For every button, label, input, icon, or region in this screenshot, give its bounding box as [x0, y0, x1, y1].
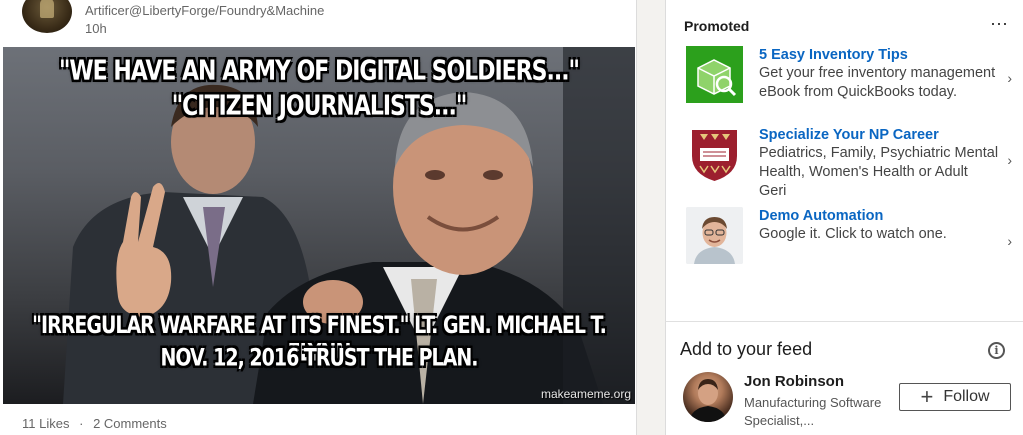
add-to-feed-card: Add to your feed i Jon Robinson Manufact… [665, 321, 1023, 435]
stats-separator: · [79, 416, 84, 431]
likes-count[interactable]: 11 Likes [22, 416, 69, 431]
more-horizontal-icon[interactable]: ⋯ [990, 14, 1009, 35]
meme-caption-line-4: NOV. 12, 2016 TRUST THE PLAN. [160, 344, 479, 372]
ad-description: Google it. Click to watch one. [759, 226, 947, 242]
university-crest-logo [686, 126, 743, 183]
post-timestamp: 10h [85, 21, 107, 36]
promoted-ad-np-career[interactable]: Specialize Your NP Career Pediatrics, Fa… [686, 126, 1016, 200]
person-photo-logo [686, 207, 743, 264]
ad-description: Get your free inventory management eBook… [759, 65, 996, 100]
ad-body: Demo Automation Google it. Click to watc… [759, 207, 999, 244]
author-avatar[interactable] [22, 0, 72, 33]
promoted-title: Promoted [684, 18, 750, 34]
suggested-person-name[interactable]: Jon Robinson [744, 373, 844, 390]
post-social-counts: 11 Likes · 2 Comments [22, 416, 167, 431]
right-rail: Promoted ⋯ 5 Easy Inventory Tips Get you… [665, 0, 1023, 435]
meme-caption-line-1: "WE HAVE AN ARMY OF DIGITAL SOLDIERS..." [58, 55, 580, 88]
promoted-card: Promoted ⋯ 5 Easy Inventory Tips Get you… [665, 0, 1023, 321]
post-image[interactable]: "WE HAVE AN ARMY OF DIGITAL SOLDIERS..."… [3, 47, 635, 404]
suggested-person-avatar[interactable] [683, 372, 733, 422]
post-author[interactable]: Artificer@LibertyForge/Foundry&Machine [85, 3, 324, 18]
follow-button-label: Follow [943, 388, 990, 405]
add-to-feed-title: Add to your feed [680, 339, 813, 359]
ad-body: Specialize Your NP Career Pediatrics, Fa… [759, 126, 999, 201]
info-icon[interactable]: i [988, 342, 1005, 359]
ad-body: 5 Easy Inventory Tips Get your free inve… [759, 46, 999, 102]
promoted-ad-demo-automation[interactable]: Demo Automation Google it. Click to watc… [686, 207, 1016, 267]
chevron-right-icon[interactable]: › [1007, 152, 1012, 168]
ad-description: Pediatrics, Family, Psychiatric Mental H… [759, 145, 999, 199]
meme-watermark: makeameme.org [540, 387, 631, 401]
ad-title[interactable]: Demo Automation [759, 207, 999, 225]
suggested-person-headline: Manufacturing Software Specialist,... [744, 395, 882, 428]
meme-caption-line-2: "CITIZEN JOURNALISTS..." [171, 90, 468, 123]
ad-title[interactable]: 5 Easy Inventory Tips [759, 46, 999, 64]
chevron-right-icon[interactable]: › [1007, 233, 1012, 249]
comments-count[interactable]: 2 Comments [93, 416, 167, 431]
post-header: Artificer@LibertyForge/Foundry&Machine 1… [0, 0, 636, 47]
quickbooks-box-logo [686, 46, 743, 103]
ad-title[interactable]: Specialize Your NP Career [759, 126, 999, 144]
chevron-right-icon[interactable]: › [1007, 70, 1012, 86]
promoted-ad-inventory[interactable]: 5 Easy Inventory Tips Get your free inve… [686, 46, 1016, 118]
feed-post: Artificer@LibertyForge/Foundry&Machine 1… [0, 0, 637, 435]
plus-icon: + [920, 384, 934, 409]
follow-button[interactable]: + Follow [899, 383, 1011, 411]
